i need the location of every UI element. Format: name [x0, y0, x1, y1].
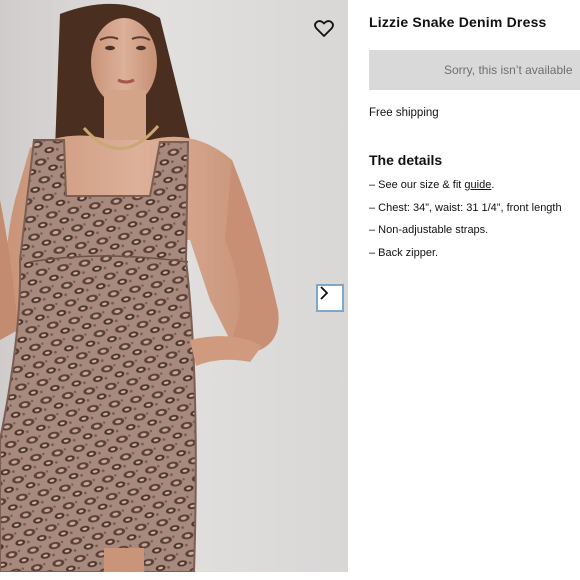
next-image-button[interactable]	[316, 284, 344, 312]
list-item: – Back zipper.	[369, 246, 439, 259]
product-details-panel: Lizzie Snake Denim Dress Sorry, this isn…	[369, 0, 580, 580]
product-photo	[0, 3, 279, 572]
unavailable-button[interactable]: Sorry, this isn’t available	[369, 50, 580, 90]
chevron-right-icon	[320, 286, 329, 300]
details-list: – See our size & fit guide. – Chest: 34”…	[369, 178, 562, 268]
favorite-button[interactable]	[314, 20, 340, 46]
list-item: – Chest: 34”, waist: 31 1/4”, front leng…	[369, 201, 562, 214]
product-image-gallery	[0, 0, 348, 572]
list-item: – Non-adjustable straps.	[369, 224, 489, 236]
list-item: – See our size & fit guide.	[369, 179, 495, 191]
heart-icon	[314, 20, 334, 37]
details-heading: The details	[369, 152, 443, 168]
product-page: Lizzie Snake Denim Dress Sorry, this isn…	[0, 0, 580, 580]
product-title: Lizzie Snake Denim Dress	[369, 14, 547, 30]
shipping-info: Free shipping	[369, 107, 439, 119]
size-guide-link[interactable]: guide	[464, 179, 491, 191]
